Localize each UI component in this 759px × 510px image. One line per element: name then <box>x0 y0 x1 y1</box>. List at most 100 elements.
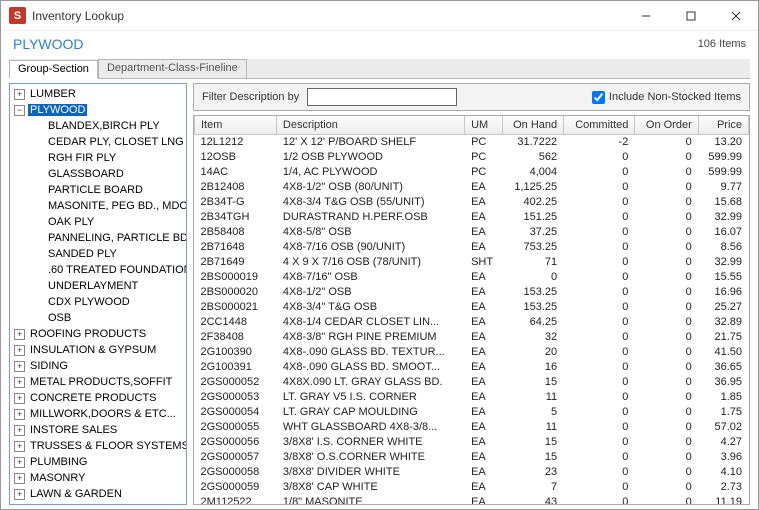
tree-node[interactable]: +PLUMBING <box>10 454 186 470</box>
tree-node[interactable]: +SIDING <box>10 358 186 374</box>
expand-icon[interactable]: + <box>14 89 25 100</box>
column-header-desc[interactable]: Description <box>276 116 464 134</box>
expand-icon[interactable]: + <box>14 393 25 404</box>
table-row[interactable]: 2GS000055WHT GLASSBOARD 4X8-3/8...EA1100… <box>195 419 749 434</box>
table-row[interactable]: 2G1003914X8-.090 GLASS BD. SMOOT...EA160… <box>195 359 749 374</box>
table-row[interactable]: 2B124084X8-1/2" OSB (80/UNIT)EA1,125.250… <box>195 179 749 194</box>
tree-node[interactable]: +INSTORE SALES <box>10 422 186 438</box>
column-header-committed[interactable]: Committed <box>564 116 635 134</box>
cell-onhand: 562 <box>502 149 563 164</box>
tree-node[interactable]: +MASONRY <box>10 470 186 486</box>
cell-item: 2B12408 <box>195 179 277 194</box>
tree-node[interactable]: +MILLWORK,DOORS & ETC... <box>10 406 186 422</box>
table-row[interactable]: 2BS0000204X8-1/2" OSBEA153.250016.96 <box>195 284 749 299</box>
expand-icon[interactable]: + <box>14 489 25 500</box>
expand-icon[interactable]: + <box>14 361 25 372</box>
tab-group-section[interactable]: Group-Section <box>9 60 98 79</box>
table-row[interactable]: 2BS0000194X8-7/16" OSBEA00015.55 <box>195 269 749 284</box>
tree-node[interactable]: OAK PLY <box>10 214 186 230</box>
tree-node[interactable]: OSB <box>10 310 186 326</box>
table-row[interactable]: 2GS0000524X8X.090 LT. GRAY GLASS BD.EA15… <box>195 374 749 389</box>
expand-icon[interactable]: + <box>14 377 25 388</box>
tree-node[interactable]: UNDERLAYMENT <box>10 278 186 294</box>
table-row[interactable]: 2B34T-G4X8-3/4 T&G OSB (55/UNIT)EA402.25… <box>195 194 749 209</box>
table-row[interactable]: 2F384084X8-3/8" RGH PINE PREMIUMEA320021… <box>195 329 749 344</box>
tree-node[interactable]: +LAWN & GARDEN <box>10 486 186 502</box>
tree-node[interactable]: +METAL PRODUCTS,SOFFIT <box>10 374 186 390</box>
tree-node[interactable]: +ROOFING PRODUCTS <box>10 326 186 342</box>
table-row[interactable]: 12L121212' X 12' P/BOARD SHELFPC31.7222-… <box>195 134 749 149</box>
expand-icon[interactable]: + <box>14 425 25 436</box>
expand-icon[interactable]: + <box>14 441 25 452</box>
table-row[interactable]: 2GS000053LT. GRAY V5 I.S. CORNEREA11001.… <box>195 389 749 404</box>
table-row[interactable]: 12OSB1/2 OSB PLYWOODPC56200599.99 <box>195 149 749 164</box>
column-header-item[interactable]: Item <box>195 116 277 134</box>
cell-item: 2B34TGH <box>195 209 277 224</box>
cell-item: 2B71648 <box>195 239 277 254</box>
cell-price: 1.75 <box>698 404 748 419</box>
expand-icon[interactable]: + <box>14 505 25 506</box>
tree-node[interactable]: MASONITE, PEG BD., MDO P... <box>10 198 186 214</box>
cell-item: 2B34T-G <box>195 194 277 209</box>
tree-node[interactable]: CEDAR PLY, CLOSET LNG <box>10 134 186 150</box>
table-row[interactable]: 14AC1/4, AC PLYWOODPC4,00400599.99 <box>195 164 749 179</box>
include-nonstocked-input[interactable] <box>592 91 605 104</box>
table-row[interactable]: 2B34TGHDURASTRAND H.PERF.OSBEA151.250032… <box>195 209 749 224</box>
maximize-button[interactable] <box>668 1 713 31</box>
cell-price: 16.07 <box>698 224 748 239</box>
table-row[interactable]: 2BS0000214X8-3/4" T&G OSBEA153.250025.27 <box>195 299 749 314</box>
column-header-price[interactable]: Price <box>698 116 748 134</box>
table-row[interactable]: 2CC14484X8-1/4 CEDAR CLOSET LIN...EA64.2… <box>195 314 749 329</box>
tree-node[interactable]: −PLYWOOD <box>10 102 186 118</box>
table-row[interactable]: 2B584084X8-5/8" OSBEA37.250016.07 <box>195 224 749 239</box>
tree-node[interactable]: PARTICLE BOARD <box>10 182 186 198</box>
cell-onhand: 5 <box>502 404 563 419</box>
cell-onorder: 0 <box>635 239 698 254</box>
tree-node-label: OAK PLY <box>46 216 96 228</box>
tree-node[interactable]: +AUTOMOTIVE <box>10 502 186 505</box>
expand-icon[interactable]: + <box>14 473 25 484</box>
minimize-button[interactable] <box>623 1 668 31</box>
tree-node[interactable]: CDX PLYWOOD <box>10 294 186 310</box>
cell-item: 2GS000055 <box>195 419 277 434</box>
tree-node[interactable]: RGH FIR PLY <box>10 150 186 166</box>
filter-input[interactable] <box>307 88 457 106</box>
column-header-onhand[interactable]: On Hand <box>502 116 563 134</box>
table-row[interactable]: 2B716484X8-7/16 OSB (90/UNIT)EA753.25008… <box>195 239 749 254</box>
expand-icon[interactable]: + <box>14 345 25 356</box>
column-header-um[interactable]: UM <box>465 116 503 134</box>
cell-onhand: 753.25 <box>502 239 563 254</box>
cell-price: 16.96 <box>698 284 748 299</box>
tree-node[interactable]: .60 TREATED FOUNDATION <box>10 262 186 278</box>
table-row[interactable]: 2GS0000583/8X8' DIVIDER WHITEEA23004.10 <box>195 464 749 479</box>
include-nonstocked-checkbox[interactable]: Include Non-Stocked Items <box>592 91 741 104</box>
tabstrip: Group-SectionDepartment-Class-Fineline <box>9 59 750 79</box>
table-row[interactable]: 2GS000054LT. GRAY CAP MOULDINGEA5001.75 <box>195 404 749 419</box>
grid[interactable]: ItemDescriptionUMOn HandCommittedOn Orde… <box>193 115 750 505</box>
tree-node[interactable]: +LUMBER <box>10 86 186 102</box>
expand-icon[interactable]: + <box>14 409 25 420</box>
expand-icon[interactable]: + <box>14 457 25 468</box>
cell-um: EA <box>465 374 503 389</box>
table-row[interactable]: 2GS0000593/8X8' CAP WHITEEA7002.73 <box>195 479 749 494</box>
table-row[interactable]: 2GS0000573/8X8' O.S.CORNER WHITEEA15003.… <box>195 449 749 464</box>
cell-onorder: 0 <box>635 224 698 239</box>
table-row[interactable]: 2G1003904X8-.090 GLASS BD. TEXTUR...EA20… <box>195 344 749 359</box>
tree-node[interactable]: GLASSBOARD <box>10 166 186 182</box>
tree-panel[interactable]: +LUMBER−PLYWOODBLANDEX,BIRCH PLYCEDAR PL… <box>9 83 187 505</box>
table-row[interactable]: 2GS0000563/8X8' I.S. CORNER WHITEEA15004… <box>195 434 749 449</box>
tree-node[interactable]: +TRUSSES & FLOOR SYSTEMS <box>10 438 186 454</box>
cell-onhand: 7 <box>502 479 563 494</box>
tree-node[interactable]: PANNELING, PARTICLE BD <box>10 230 186 246</box>
table-row[interactable]: 2M1125221/8" MASONITEEA430011.19 <box>195 494 749 505</box>
collapse-icon[interactable]: − <box>14 105 25 116</box>
expand-icon[interactable]: + <box>14 329 25 340</box>
tree-node[interactable]: +CONCRETE PRODUCTS <box>10 390 186 406</box>
tree-node[interactable]: BLANDEX,BIRCH PLY <box>10 118 186 134</box>
tree-node[interactable]: +INSULATION & GYPSUM <box>10 342 186 358</box>
table-row[interactable]: 2B716494 X 9 X 7/16 OSB (78/UNIT)SHT7100… <box>195 254 749 269</box>
tree-node[interactable]: SANDED PLY <box>10 246 186 262</box>
column-header-onorder[interactable]: On Order <box>635 116 698 134</box>
tab-department-class-fineline[interactable]: Department-Class-Fineline <box>98 59 247 78</box>
close-button[interactable] <box>713 1 758 31</box>
